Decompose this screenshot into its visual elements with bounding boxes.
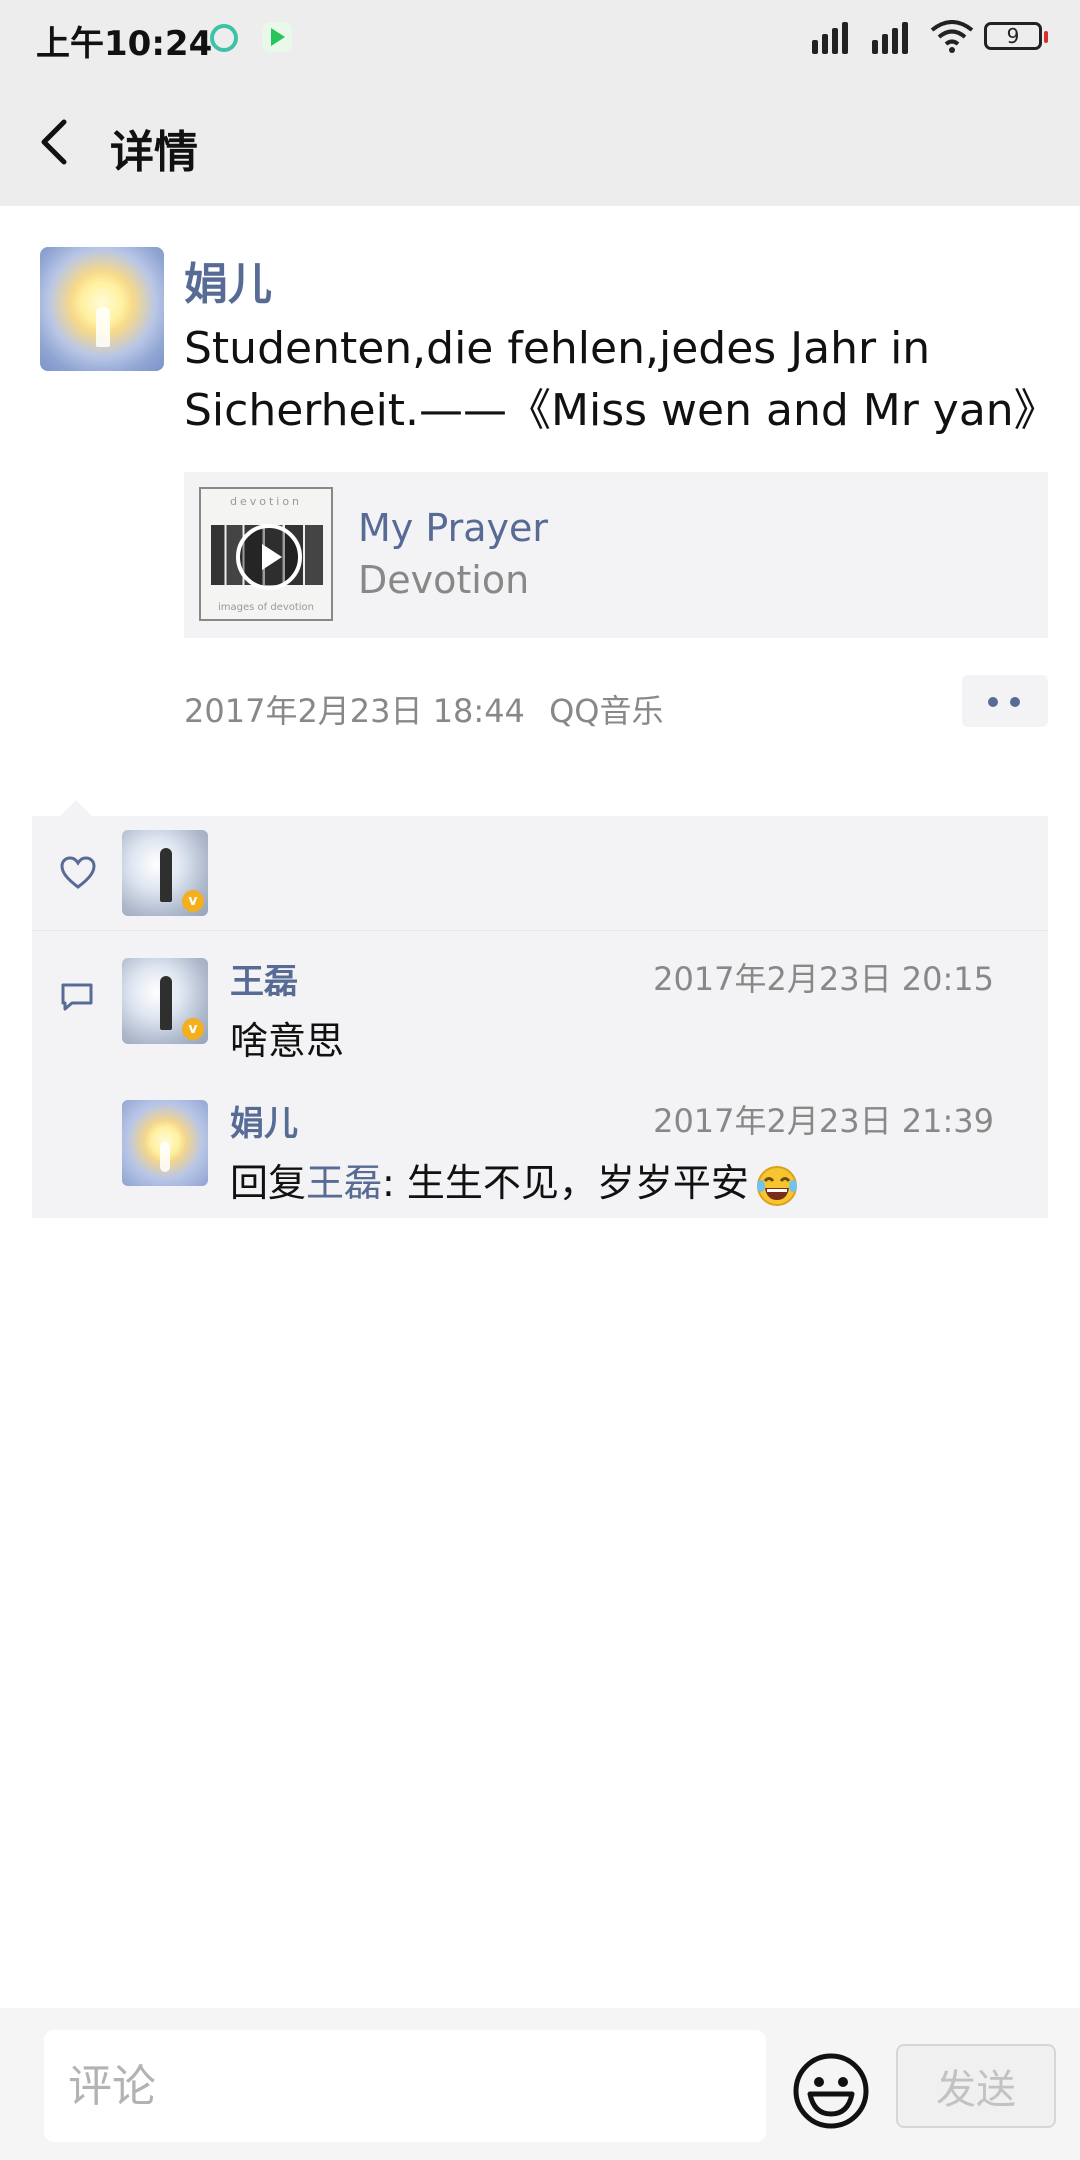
wifi-icon <box>930 20 974 53</box>
sync-icon <box>210 24 238 52</box>
nav-bar: 详情 <box>0 78 1080 206</box>
interaction-panel: v v 王磊 2017年2月23日 20:15 啥意思 娟儿 2017年2月23… <box>32 816 1048 1218</box>
reply-prefix: 回复 <box>230 1161 307 1205</box>
liker-avatar[interactable]: v <box>122 830 208 916</box>
comment-avatar[interactable] <box>122 1100 208 1186</box>
comment-text[interactable]: 回复王磊: 生生不见，岁岁平安 <box>230 1152 801 1208</box>
send-button[interactable]: 发送 <box>896 2044 1056 2128</box>
author-avatar[interactable] <box>40 247 164 371</box>
video-app-icon <box>262 22 292 52</box>
laughing-emoji-icon <box>756 1165 797 1206</box>
post-text: Studenten,die fehlen,jedes Jahr in Siche… <box>184 323 1058 436</box>
reply-target-link[interactable]: 王磊 <box>306 1161 382 1205</box>
comment-author[interactable]: 王磊 <box>230 954 298 1003</box>
music-card[interactable]: devotion images of devotion My Prayer De… <box>184 472 1048 638</box>
post-source[interactable]: QQ音乐 <box>549 692 663 730</box>
music-artist: Devotion <box>358 558 530 602</box>
page-title: 详情 <box>110 127 198 178</box>
heart-icon <box>60 856 96 889</box>
dot-icon <box>1010 697 1020 707</box>
reply-body: : 生生不见，岁岁平安 <box>382 1161 749 1205</box>
album-cover-caption: devotion <box>229 495 303 508</box>
comment-time: 2017年2月23日 21:39 <box>653 1102 994 1140</box>
post-author-name[interactable]: 娟儿 <box>184 248 272 312</box>
emoji-button-icon[interactable] <box>792 2052 870 2130</box>
panel-arrow <box>60 800 92 816</box>
comment-bar: 发送 <box>0 2008 1080 2160</box>
comment-author[interactable]: 娟儿 <box>230 1096 298 1145</box>
comment-input[interactable] <box>44 2030 766 2142</box>
signal-icon <box>812 20 862 54</box>
comment-avatar[interactable]: v <box>122 958 208 1044</box>
signal-icon-2 <box>872 20 922 54</box>
comment-time: 2017年2月23日 20:15 <box>653 960 994 998</box>
post-meta: 2017年2月23日 18:44 QQ音乐 <box>184 686 663 732</box>
status-bar: 上午10:24 9 <box>0 0 1080 78</box>
comment-icon <box>61 983 93 1011</box>
likes-row: v <box>32 816 1048 931</box>
post-time: 2017年2月23日 18:44 <box>184 692 525 730</box>
play-icon[interactable] <box>236 524 302 590</box>
status-time: 上午10:24 <box>36 24 213 64</box>
album-cover: devotion images of devotion <box>199 487 333 621</box>
more-options-button[interactable] <box>962 675 1048 727</box>
music-title: My Prayer <box>358 506 548 550</box>
verified-badge-icon: v <box>182 890 204 912</box>
battery-icon: 9 <box>984 22 1048 50</box>
album-cover-subcaption: images of devotion <box>217 602 315 613</box>
dot-icon <box>988 697 998 707</box>
back-arrow-icon[interactable] <box>36 118 76 166</box>
verified-badge-icon: v <box>182 1018 204 1040</box>
comment-text[interactable]: 啥意思 <box>230 1010 344 1065</box>
